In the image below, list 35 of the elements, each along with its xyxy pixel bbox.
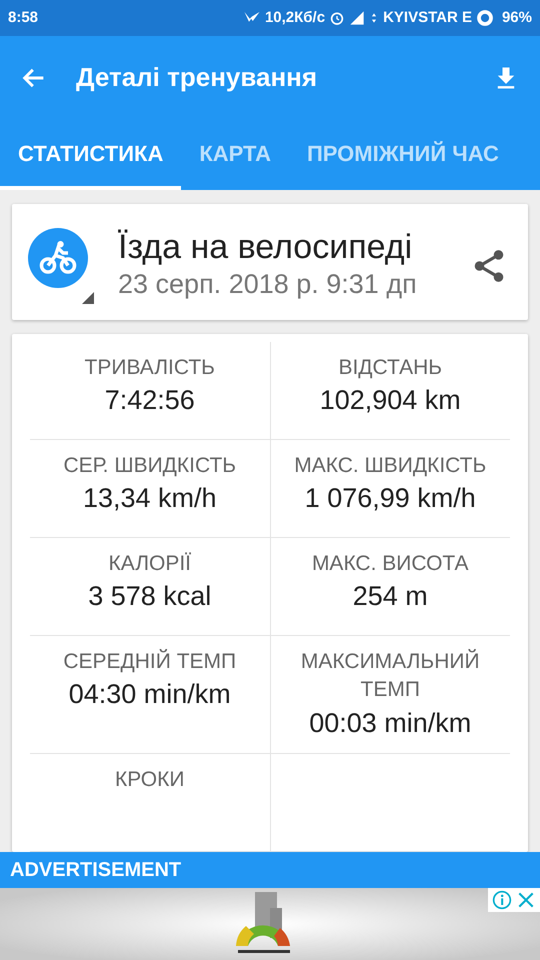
- battery-ring-icon: [476, 9, 494, 27]
- stat-label: ТРИВАЛІСТЬ: [84, 355, 216, 381]
- stat-label: МАКС. ВИСОТА: [310, 551, 470, 577]
- info-icon[interactable]: [492, 890, 512, 910]
- stat-value: 00:03 min/km: [308, 706, 472, 740]
- stat-value: 254 m: [352, 580, 429, 614]
- stat-label: СЕРЕДНІЙ ТЕМП: [62, 648, 238, 675]
- screen-title: Деталі тренування: [76, 62, 318, 94]
- close-icon[interactable]: [516, 890, 536, 910]
- signal-icon: [349, 10, 366, 26]
- alarm-icon: [329, 10, 346, 26]
- tab[interactable]: ПРОМІЖНИЙ ЧАС: [288, 120, 517, 190]
- tab[interactable]: СТАТИСТИКА: [0, 120, 182, 190]
- stat-label: МАКСИМАЛЬНИЙ ТЕМП: [300, 648, 481, 704]
- stat-value: 13,34 km/h: [82, 482, 218, 516]
- network-speed: 10,2Кб/с: [264, 8, 326, 28]
- stat-value: 7:42:56: [104, 384, 196, 418]
- carrier-name: KYIVSTAR E: [383, 8, 472, 28]
- stat-value: 3 578 kcal: [87, 580, 212, 614]
- stat-label: МАКС. ШВИДКІСТЬ: [293, 453, 488, 479]
- status-time: 8:58: [8, 8, 38, 28]
- stat-label: ВІДСТАНЬ: [337, 355, 444, 381]
- stat-label: КАЛОРІЇ: [108, 551, 192, 577]
- ad-banner-label: ADVERTISEMENT: [0, 852, 540, 888]
- battery-percent: 96%: [502, 8, 532, 28]
- tab[interactable]: КАРТА: [181, 120, 289, 190]
- stat-label: КРОКИ: [114, 767, 186, 794]
- stat-value: 1 076,99 km/h: [304, 482, 477, 516]
- bicycle-icon: [28, 228, 88, 288]
- stat-label: СЕР. ШВИДКІСТЬ: [62, 453, 238, 479]
- activity-date: 23 серп. 2018 р. 9:31 дп: [118, 268, 418, 302]
- stat-value: 04:30 min/km: [68, 678, 232, 712]
- stat-value: 102,904 km: [318, 384, 462, 418]
- corner-triangle-icon: [82, 292, 94, 304]
- activity-title: Їзда на велосипеді: [118, 228, 414, 268]
